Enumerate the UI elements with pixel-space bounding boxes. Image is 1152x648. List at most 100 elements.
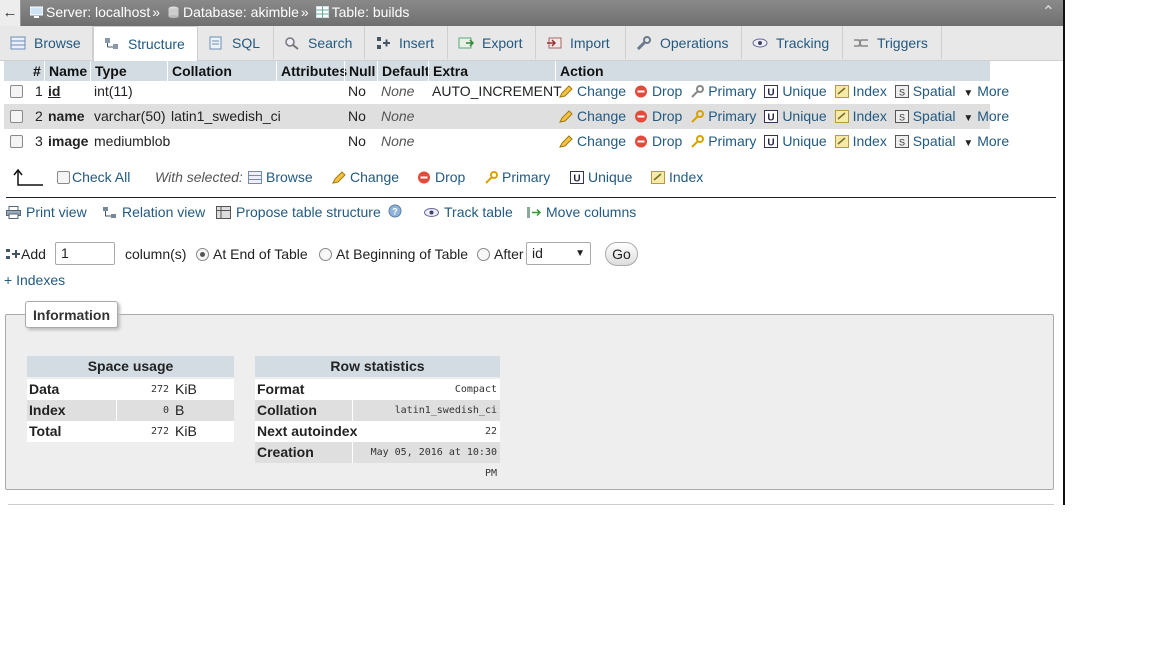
bulk-change-button[interactable]: Change [332, 169, 399, 185]
space-label: Total [29, 423, 62, 439]
indexes-toggle[interactable]: + Indexes [4, 272, 65, 288]
stat-label: Format [257, 381, 305, 397]
space-value: 0 [162, 405, 169, 416]
column-count-input[interactable]: 1 [55, 242, 115, 265]
radio-at-end[interactable] [196, 248, 209, 261]
print-view-link[interactable]: Print view [6, 204, 87, 220]
column-name: image [48, 133, 89, 149]
tab-insert[interactable]: Insert [365, 26, 448, 59]
tab-sql[interactable]: SQL [198, 26, 274, 59]
spatial-action[interactable]: S Spatial [894, 108, 956, 124]
bulk-primary-button[interactable]: Primary [484, 169, 550, 185]
more-dropdown[interactable]: ▼ More [963, 108, 1009, 124]
information-fieldset: Space usage Data 272 KiB Index 0 B Total… [5, 314, 1054, 490]
tab-export-label: Export [482, 35, 523, 51]
col-header-null[interactable]: Null [344, 61, 377, 81]
tab-triggers[interactable]: Triggers [843, 26, 942, 59]
help-icon[interactable]: ? [388, 204, 402, 221]
radio-after[interactable] [477, 248, 490, 261]
primary-action[interactable]: Primary [690, 83, 756, 99]
track-table-link[interactable]: Track table [424, 204, 513, 220]
tab-tracking[interactable]: Tracking [742, 26, 843, 59]
search-icon [285, 37, 299, 50]
col-header-type[interactable]: Type [90, 61, 168, 81]
change-action[interactable]: Change [559, 83, 626, 99]
tab-export[interactable]: Export [448, 26, 536, 59]
spatial-action[interactable]: S Spatial [894, 133, 956, 149]
relation-view-link[interactable]: Relation view [102, 204, 205, 220]
primary-action[interactable]: Primary [690, 133, 756, 149]
change-action[interactable]: Change [559, 133, 626, 149]
space-label: Index [29, 402, 66, 418]
tab-operations[interactable]: Operations [626, 26, 742, 59]
check-all-checkbox[interactable] [57, 171, 70, 184]
row-actions: Change Drop Primary U Unique Index S Spati… [559, 79, 1009, 104]
tab-sql-label: SQL [232, 35, 261, 51]
go-button[interactable]: Go [605, 242, 638, 266]
primary-action[interactable]: Primary [690, 108, 756, 124]
tab-browse[interactable]: Browse [0, 26, 93, 59]
unique-action[interactable]: U Unique [764, 83, 827, 99]
move-columns-link[interactable]: Move columns [526, 204, 636, 220]
radio-at-beginning[interactable] [319, 248, 332, 261]
row-statistics-row: Collation latin1_swedish_ci [255, 400, 500, 421]
unique-icon: U [764, 110, 779, 123]
information-legend: Information [25, 301, 118, 328]
breadcrumb-database[interactable]: Database: akimble [183, 4, 299, 20]
unique-icon: U [764, 85, 779, 98]
tab-tracking-label: Tracking [776, 35, 830, 51]
bulk-drop-button[interactable]: Drop [417, 169, 465, 185]
check-all-label[interactable]: Check All [72, 169, 130, 185]
more-dropdown[interactable]: ▼ More [963, 133, 1009, 149]
spatial-icon: S [894, 110, 909, 123]
drop-action[interactable]: Drop [634, 83, 682, 99]
printer-icon [6, 206, 21, 219]
col-header-default[interactable]: Default [377, 61, 429, 81]
index-action[interactable]: Index [834, 83, 887, 99]
after-label[interactable]: After [494, 246, 524, 262]
propose-structure-link[interactable]: Propose table structure [216, 204, 381, 220]
tab-insert-label: Insert [399, 35, 435, 51]
space-value: 272 [150, 426, 169, 437]
unique-action[interactable]: U Unique [764, 108, 827, 124]
after-column-select[interactable]: id ▼ [526, 242, 591, 265]
space-usage-row: Total 272 KiB [27, 421, 234, 442]
tab-import-label: Import [570, 35, 610, 51]
tab-import[interactable]: Import [536, 26, 626, 59]
drop-action[interactable]: Drop [634, 133, 682, 149]
drop-action[interactable]: Drop [634, 108, 682, 124]
breadcrumb-table[interactable]: Table: builds [332, 4, 410, 20]
col-header-attributes[interactable]: Attributes [276, 61, 347, 81]
collapse-icon[interactable]: ⌃ [1042, 2, 1055, 22]
row-actions: Change Drop Primary U Unique Index S Spati… [559, 104, 1009, 129]
col-header-name[interactable]: Name [44, 61, 91, 81]
unique-action[interactable]: U Unique [764, 133, 827, 149]
breadcrumb-server[interactable]: Server: localhost [46, 4, 150, 20]
more-dropdown[interactable]: ▼ More [963, 83, 1009, 99]
col-header-collation[interactable]: Collation [167, 61, 277, 81]
at-beginning-label[interactable]: At Beginning of Table [336, 246, 468, 262]
with-selected-bar: Check All With selected: Browse Change D… [0, 166, 1063, 192]
tab-search[interactable]: Search [274, 26, 365, 59]
col-header-extra[interactable]: Extra [428, 61, 559, 81]
row-statistics-row: Format Compact [255, 379, 500, 400]
bulk-index-button[interactable]: Index [651, 169, 703, 185]
column-null: No [348, 133, 366, 149]
tab-structure[interactable]: Structure [93, 26, 198, 61]
index-action[interactable]: Index [834, 108, 887, 124]
bulk-browse-button[interactable]: Browse [248, 169, 313, 185]
stat-label: Creation [257, 444, 314, 460]
back-arrow-icon[interactable]: ← [0, 0, 21, 26]
bulk-unique-button[interactable]: U Unique [570, 169, 632, 185]
key-icon [691, 135, 705, 148]
after-column-value: id [532, 245, 543, 261]
index-action[interactable]: Index [834, 133, 887, 149]
at-end-label[interactable]: At End of Table [213, 246, 308, 262]
change-action[interactable]: Change [559, 108, 626, 124]
spatial-action[interactable]: S Spatial [894, 83, 956, 99]
insert-icon [377, 37, 390, 49]
row-checkbox[interactable] [10, 85, 23, 98]
row-checkbox[interactable] [10, 110, 23, 123]
row-checkbox[interactable] [10, 135, 23, 148]
sql-icon [209, 36, 222, 50]
